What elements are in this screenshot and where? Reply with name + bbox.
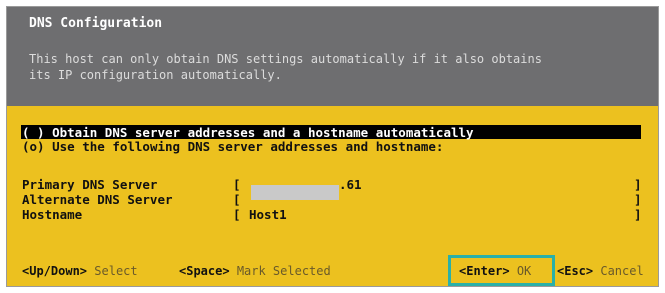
alternate-dns-label: Alternate DNS Server	[22, 192, 173, 207]
primary-dns-close-bracket: ]	[634, 177, 642, 192]
hostname-label: Hostname	[22, 207, 83, 222]
primary-dns-field[interactable]: .61	[339, 177, 362, 192]
option-obtain-automatically-text: ( ) Obtain DNS server addresses and a ho…	[22, 125, 474, 140]
space-key: <Space>	[179, 264, 230, 278]
updown-key: <Up/Down>	[22, 264, 88, 278]
option-label: Obtain DNS server addresses and a hostna…	[52, 125, 474, 140]
dialog-body: ( ) Obtain DNS server addresses and a ho…	[7, 106, 658, 286]
alternate-dns-close-bracket: ]	[634, 192, 642, 207]
radio-marker: ( )	[22, 125, 45, 140]
updown-action: Select	[94, 264, 138, 278]
dialog-header: DNS Configuration This host can only obt…	[7, 7, 658, 106]
space-hint: <Space> Mark Selected	[179, 264, 331, 278]
primary-dns-label: Primary DNS Server	[22, 177, 158, 192]
ok-highlight-callout	[448, 255, 555, 286]
hostname-field[interactable]: Host1	[249, 207, 287, 222]
dns-configuration-dialog: DNS Configuration This host can only obt…	[6, 6, 659, 287]
radio-marker: (o)	[22, 139, 45, 154]
dialog-description: This host can only obtain DNS settings a…	[29, 51, 542, 83]
redacted-ip-mask	[251, 185, 339, 200]
key-hints-footer: <Up/Down> Select <Space> Mark Selected <…	[7, 262, 658, 284]
option-label: Use the following DNS server addresses a…	[52, 139, 444, 154]
space-action: Mark Selected	[236, 264, 331, 278]
hostname-open-bracket: [	[233, 207, 241, 222]
updown-hint: <Up/Down> Select	[22, 264, 138, 278]
option-obtain-automatically[interactable]: ( ) Obtain DNS server addresses and a ho…	[21, 125, 641, 140]
esc-key: <Esc>	[557, 264, 594, 278]
description-line-2: its IP configuration automatically.	[29, 68, 282, 82]
description-line-1: This host can only obtain DNS settings a…	[29, 52, 542, 66]
cancel-button[interactable]: <Esc> Cancel	[557, 264, 644, 278]
cancel-label: Cancel	[600, 264, 644, 278]
hostname-close-bracket: ]	[634, 207, 642, 222]
option-use-following[interactable]: (o) Use the following DNS server address…	[22, 139, 443, 154]
alternate-dns-open-bracket: [	[233, 192, 241, 207]
primary-dns-open-bracket: [	[233, 177, 241, 192]
dialog-title: DNS Configuration	[29, 16, 163, 31]
